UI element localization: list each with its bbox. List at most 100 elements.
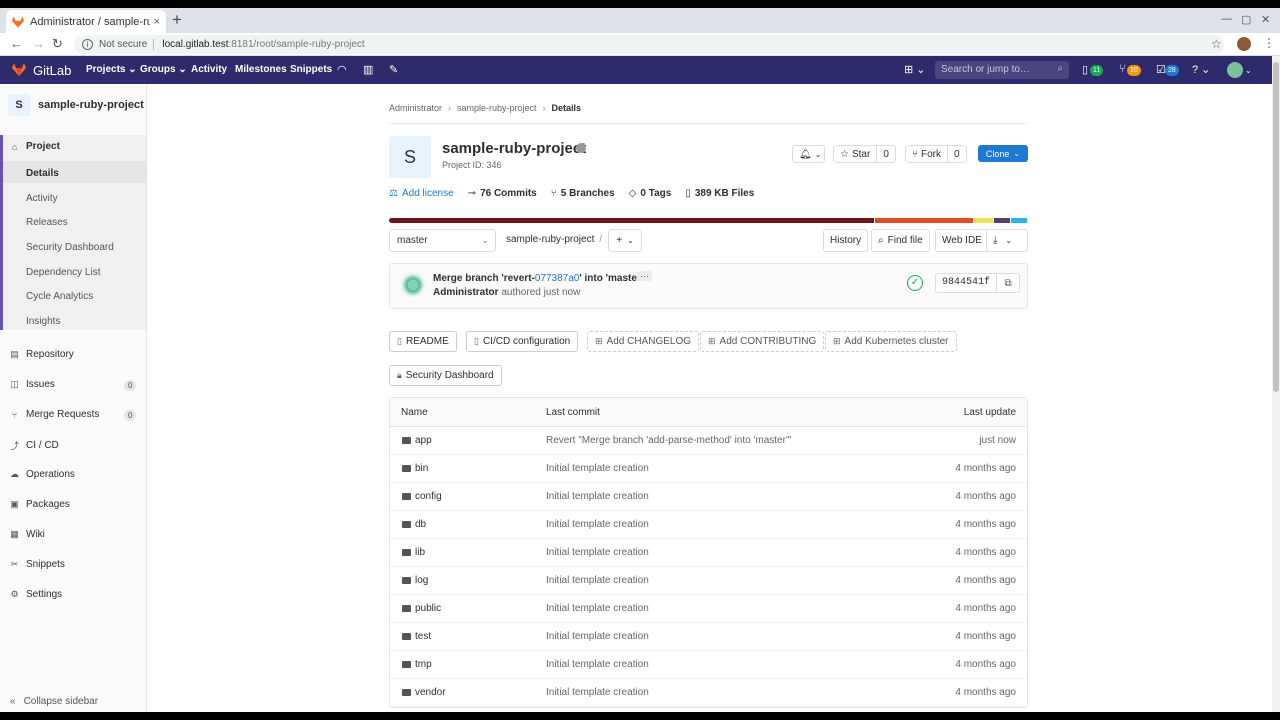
add-to-tree-dropdown[interactable]: + ⌄ bbox=[608, 229, 642, 252]
profile-avatar[interactable] bbox=[1237, 37, 1251, 51]
breadcrumb-admin[interactable]: Administrator bbox=[389, 103, 442, 113]
branches-link[interactable]: ⑂ 5 Branches bbox=[551, 188, 615, 199]
last-commit-link[interactable]: Initial template creation bbox=[546, 659, 649, 670]
file-name-link[interactable]: tmp bbox=[402, 659, 432, 670]
browser-menu-icon[interactable]: ⋮ bbox=[1263, 36, 1275, 50]
web-ide-button[interactable]: Web IDE bbox=[935, 229, 989, 252]
files-link[interactable]: ▯ 389 KB Files bbox=[685, 188, 754, 199]
chevron-down-icon[interactable]: ⌄ bbox=[1245, 66, 1252, 75]
table-row[interactable]: lib Initial template creation 4 months ago bbox=[390, 539, 1027, 567]
fork-button[interactable]: ⑂ Fork bbox=[905, 145, 948, 163]
table-row[interactable]: config Initial template creation 4 months … bbox=[390, 483, 1027, 511]
tab-close-icon[interactable]: × bbox=[154, 16, 160, 28]
maximize-icon[interactable]: ▢ bbox=[1241, 13, 1251, 26]
sidebar-item-repository[interactable]: ▤ Repository bbox=[10, 349, 74, 360]
sidebar-item-security-dashboard[interactable]: Security Dashboard bbox=[26, 242, 114, 253]
fork-count[interactable]: 0 bbox=[948, 145, 967, 163]
sidebar-item-snippets[interactable]: ✂ Snippets bbox=[10, 559, 65, 570]
nav-projects[interactable]: Projects ⌄ bbox=[86, 64, 137, 75]
last-commit-link[interactable]: Initial template creation bbox=[546, 519, 649, 530]
tags-link[interactable]: ◇ 0 Tags bbox=[629, 188, 672, 199]
nav-groups[interactable]: Groups ⌄ bbox=[140, 64, 187, 75]
sidebar-item-activity[interactable]: Activity bbox=[26, 193, 58, 204]
file-name-link[interactable]: bin bbox=[402, 463, 428, 474]
reload-icon[interactable]: ↻ bbox=[52, 36, 63, 52]
gitlab-logo-icon[interactable] bbox=[12, 63, 26, 76]
language-segment[interactable] bbox=[974, 218, 994, 223]
collapse-sidebar-button[interactable]: « Collapse sidebar bbox=[10, 696, 98, 707]
add-changelog-button[interactable]: ⊞ Add CHANGELOG bbox=[587, 331, 700, 352]
file-name-link[interactable]: app bbox=[402, 435, 432, 446]
add-license-link[interactable]: ⚖ Add license bbox=[389, 188, 454, 199]
table-row[interactable]: app Revert "Merge branch 'add-parse-metho… bbox=[390, 427, 1027, 455]
file-name-link[interactable]: log bbox=[402, 575, 428, 586]
commits-link[interactable]: ⊸ 76 Commits bbox=[468, 188, 537, 199]
table-row[interactable]: db Initial template creation 4 months ago bbox=[390, 511, 1027, 539]
language-segment[interactable] bbox=[1011, 218, 1027, 223]
clone-button[interactable]: Clone ⌄ bbox=[978, 145, 1028, 162]
minimize-icon[interactable]: — bbox=[1221, 13, 1232, 25]
commit-author[interactable]: Administrator bbox=[433, 287, 499, 298]
add-kubernetes-cluster-button[interactable]: ⊞ Add Kubernetes cluster bbox=[825, 331, 957, 352]
user-avatar[interactable] bbox=[1227, 62, 1243, 78]
file-name-link[interactable]: db bbox=[402, 519, 426, 530]
language-segment[interactable] bbox=[875, 218, 974, 223]
sidebar-item-merge-requests[interactable]: ⑂ Merge Requests bbox=[10, 409, 100, 420]
file-name-link[interactable]: vendor bbox=[402, 687, 446, 698]
pipeline-passed-icon[interactable]: ✓ bbox=[907, 275, 923, 291]
commit-author-avatar[interactable] bbox=[400, 272, 426, 298]
admin-wrench-icon[interactable]: ✎ bbox=[389, 63, 398, 76]
ci-cd-configuration-button[interactable]: ▯ CI/CD configuration bbox=[466, 331, 579, 352]
breadcrumb-project[interactable]: sample-ruby-project bbox=[457, 103, 537, 113]
sidebar-item-wiki[interactable]: ▦ Wiki bbox=[10, 529, 45, 540]
file-name-link[interactable]: lib bbox=[402, 547, 425, 558]
sidebar-item-ci-cd[interactable]: ⤴ CI / CD bbox=[10, 439, 59, 452]
sidebar-item-dependency-list[interactable]: Dependency List bbox=[26, 267, 101, 278]
last-commit-link[interactable]: Initial template creation bbox=[546, 603, 649, 614]
sidebar-item-operations[interactable]: ☁ Operations bbox=[10, 469, 75, 480]
file-name-link[interactable]: public bbox=[402, 603, 441, 614]
nav-activity[interactable]: Activity bbox=[191, 64, 227, 75]
last-commit-link[interactable]: Initial template creation bbox=[546, 631, 649, 642]
star-count[interactable]: 0 bbox=[877, 145, 896, 163]
last-commit-link[interactable]: Initial template creation bbox=[546, 463, 649, 474]
history-button[interactable]: History bbox=[823, 229, 869, 252]
dashboard-icon[interactable]: ◠ bbox=[337, 63, 347, 76]
back-icon[interactable]: ← bbox=[10, 36, 23, 51]
download-dropdown[interactable]: ⤓ ⌄ bbox=[986, 229, 1028, 252]
table-row[interactable]: tmp Initial template creation 4 months ago bbox=[390, 651, 1027, 679]
last-commit-link[interactable]: Initial template creation bbox=[546, 687, 649, 698]
table-row[interactable]: log Initial template creation 4 months ago bbox=[390, 567, 1027, 595]
file-name-link[interactable]: config bbox=[402, 491, 442, 502]
info-icon[interactable]: i bbox=[82, 39, 93, 50]
security-dashboard-button[interactable]: 🔒︎ Security Dashboard bbox=[389, 365, 502, 386]
sidebar-project-header[interactable]: S sample-ruby-project bbox=[8, 94, 144, 116]
table-row[interactable]: vendor Initial template creation 4 months … bbox=[390, 679, 1027, 707]
sidebar-item-settings[interactable]: ⚙ Settings bbox=[10, 589, 62, 600]
star-button[interactable]: ☆ Star bbox=[833, 145, 878, 163]
browser-tab[interactable]: Administrator / sample-ruby-project × bbox=[6, 10, 166, 33]
readme-button[interactable]: ▯ README bbox=[389, 331, 457, 352]
sidebar-item-insights[interactable]: Insights bbox=[26, 316, 60, 327]
find-file-button[interactable]: ⌕ Find file bbox=[871, 229, 930, 252]
merge-requests-nav-icon[interactable]: ⑂ bbox=[1119, 63, 1126, 75]
bookmark-star-icon[interactable]: ☆ bbox=[1211, 37, 1222, 51]
chart-icon[interactable]: ▥ bbox=[363, 63, 373, 76]
url-input[interactable]: i Not secure local.gitlab.test :8181/roo… bbox=[74, 35, 1224, 54]
last-commit-link[interactable]: Initial template creation bbox=[546, 491, 649, 502]
scrollbar-thumb[interactable] bbox=[1273, 62, 1279, 392]
language-segment[interactable] bbox=[994, 218, 1011, 223]
language-segment[interactable] bbox=[389, 218, 875, 223]
new-item-plus-icon[interactable]: ⊞ ⌄ bbox=[904, 63, 926, 76]
table-row[interactable]: bin Initial template creation 4 months ago bbox=[390, 455, 1027, 483]
tree-path-root[interactable]: sample-ruby-project bbox=[506, 234, 594, 245]
sidebar-item-packages[interactable]: ▣ Packages bbox=[10, 499, 70, 510]
gitlab-brand[interactable]: GitLab bbox=[33, 63, 71, 78]
commit-expand-button[interactable]: ··· bbox=[637, 271, 652, 281]
last-commit-link[interactable]: Initial template creation bbox=[546, 547, 649, 558]
table-row[interactable]: test Initial template creation 4 months ag… bbox=[390, 623, 1027, 651]
add-contributing-button[interactable]: ⊞ Add CONTRIBUTING bbox=[700, 331, 825, 352]
repository-languages-bar[interactable] bbox=[389, 218, 1028, 223]
sidebar-item-releases[interactable]: Releases bbox=[26, 217, 68, 228]
branch-select[interactable]: master ⌄ bbox=[389, 229, 496, 252]
